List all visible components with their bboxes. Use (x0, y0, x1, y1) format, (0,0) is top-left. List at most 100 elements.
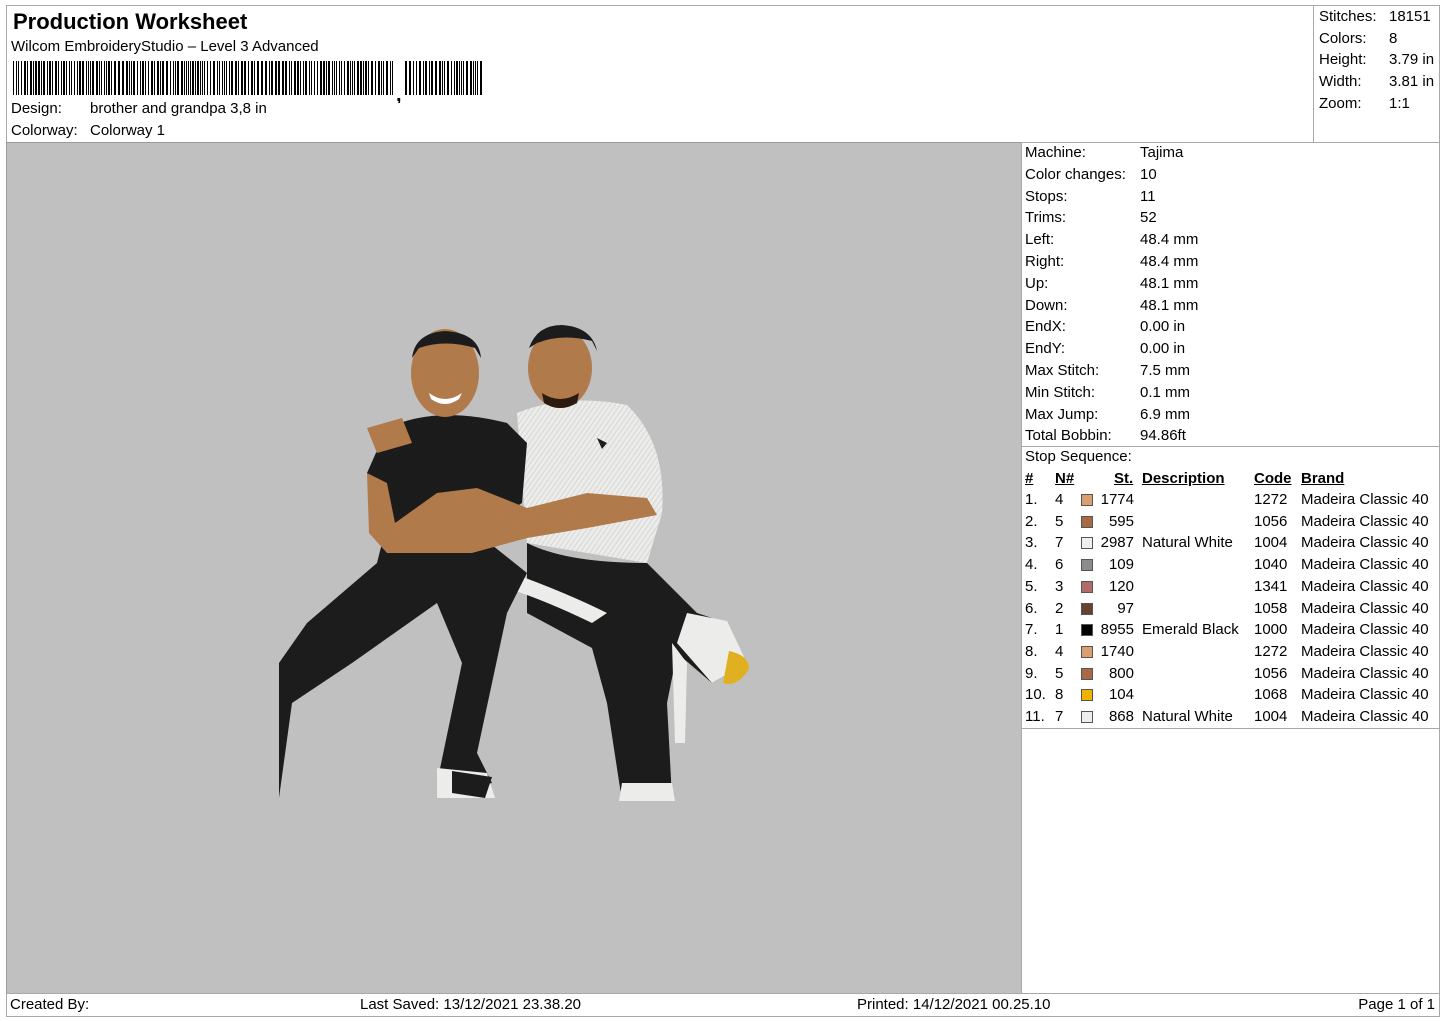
needle-number: 8 (1055, 686, 1064, 704)
needle-number: 4 (1055, 491, 1064, 508)
machine-value: 0.00 in (1140, 340, 1186, 358)
thread-brand: Madeira Classic 40 (1301, 664, 1429, 682)
needle-number: 5 (1055, 664, 1064, 682)
stop-row: 5. 3 120 1341 Madeira Classic 40 (1022, 578, 1441, 600)
thread-code: 1000 (1254, 621, 1288, 639)
thread-brand: Madeira Classic 40 (1301, 599, 1429, 617)
stitch-count: 97 (1117, 599, 1134, 617)
svg-text:,: , (396, 84, 402, 103)
stop-index: 8. (1025, 642, 1038, 660)
machine-value: 94.86ft (1140, 427, 1186, 445)
stop-index: 3. (1025, 534, 1038, 552)
machine-label: Total Bobbin: (1025, 427, 1112, 445)
page-number: Page 1 of 1 (1358, 996, 1435, 1013)
stop-row: 3. 7 2987 Natural White 1004 Madeira Classic … (1022, 534, 1441, 556)
col-header-brand: Brand (1301, 470, 1345, 487)
machine-value: 11 (1140, 187, 1156, 205)
stop-row: 8. 4 1740 1272 Madeira Classic 40 (1022, 643, 1441, 665)
machine-value: 0.00 in (1140, 318, 1186, 336)
thread-brand: Madeira Classic 40 (1301, 642, 1429, 660)
needle-number: 3 (1055, 577, 1064, 595)
stitch-count: 8955 (1100, 621, 1134, 639)
thread-description: Natural White (1142, 708, 1233, 725)
thread-color-swatch (1081, 515, 1093, 528)
design-value: brother and grandpa 3,8 in (90, 100, 267, 117)
thread-color-swatch (1081, 580, 1093, 593)
embroidery-design-image (279, 325, 749, 801)
thread-color-swatch (1081, 689, 1093, 702)
thread-code: 1068 (1254, 686, 1288, 704)
machine-label: Min Stitch: (1025, 383, 1096, 401)
thread-code: 1272 (1254, 491, 1288, 508)
stop-index: 5. (1025, 577, 1038, 595)
stop-row: 1. 4 1774 1272 Madeira Classic 40 (1022, 491, 1441, 513)
stitch-count: 109 (1108, 556, 1134, 574)
design-label: Design: (11, 100, 62, 117)
thread-brand: Madeira Classic 40 (1301, 491, 1429, 508)
needle-number: 7 (1055, 534, 1064, 552)
stop-index: 10. (1025, 686, 1046, 704)
design-row: Design: brother and grandpa 3,8 in (11, 100, 267, 117)
stop-index: 7. (1025, 621, 1038, 639)
thread-brand: Madeira Classic 40 (1301, 708, 1429, 725)
thread-color-swatch (1081, 602, 1093, 615)
machine-label: Max Jump: (1025, 405, 1099, 423)
col-header-needle: N# (1055, 470, 1075, 487)
last-saved: Last Saved: 13/12/2021 23.38.20 (360, 996, 582, 1013)
stop-sequence-panel: Stop Sequence: # N# St. Description Code… (1021, 446, 1440, 729)
machine-value: 48.4 mm (1140, 253, 1199, 270)
stitch-count: 1774 (1100, 491, 1134, 508)
col-header-description: Description (1142, 470, 1225, 487)
printed-date: Printed: 14/12/2021 00.25.10 (857, 996, 1051, 1013)
stop-sequence-title: Stop Sequence: (1025, 448, 1132, 465)
machine-value: 7.5 mm (1140, 362, 1191, 379)
colorway-label: Colorway: (11, 122, 78, 139)
stop-row: 9. 5 800 1056 Madeira Classic 40 (1022, 665, 1441, 687)
machine-value: 0.1 mm (1140, 383, 1191, 401)
stop-index: 6. (1025, 599, 1038, 617)
col-header-stitches: St. (1114, 470, 1134, 487)
thread-color-swatch (1081, 711, 1093, 723)
stitch-count: 120 (1108, 577, 1134, 595)
machine-info-panel: Machine: Tajima Color changes: 10 Stops: 11 Tr… (1021, 142, 1440, 447)
stitch-count: 595 (1108, 512, 1134, 530)
stitch-count: 800 (1108, 664, 1134, 682)
machine-label: Machine: (1025, 144, 1086, 161)
thread-color-swatch (1081, 559, 1093, 572)
thread-code: 1272 (1254, 642, 1288, 660)
machine-label: Stops: (1025, 187, 1068, 205)
worksheet-title: Production Worksheet (13, 9, 248, 34)
thread-brand: Madeira Classic 40 (1301, 512, 1429, 530)
needle-number: 4 (1055, 642, 1064, 660)
design-preview (6, 142, 1022, 994)
stop-index: 1. (1025, 491, 1038, 508)
machine-label: Up: (1025, 274, 1049, 292)
thread-brand: Madeira Classic 40 (1301, 556, 1429, 574)
stop-row: 7. 1 8955 Emerald Black 1000 Madeira Classic … (1022, 621, 1441, 643)
needle-number: 7 (1055, 708, 1064, 725)
thread-code: 1341 (1254, 577, 1288, 595)
stitch-count: 868 (1108, 708, 1134, 725)
worksheet-header: Production Worksheet Wilcom EmbroiderySt… (6, 5, 1314, 143)
machine-label: Left: (1025, 231, 1055, 249)
machine-value: 48.1 mm (1140, 274, 1199, 292)
thread-code: 1040 (1254, 556, 1288, 574)
software-name: Wilcom EmbroideryStudio – Level 3 Advanc… (11, 38, 319, 55)
thread-code: 1056 (1254, 512, 1288, 530)
machine-label: Right: (1025, 253, 1065, 270)
machine-label: EndY: (1025, 340, 1066, 358)
thread-brand: Madeira Classic 40 (1301, 534, 1429, 552)
stop-index: 2. (1025, 512, 1038, 530)
thread-color-swatch (1081, 667, 1093, 680)
barcode: , (13, 61, 482, 103)
thread-code: 1058 (1254, 599, 1288, 617)
machine-value: 48.4 mm (1140, 231, 1199, 249)
stitch-count: 1740 (1100, 642, 1134, 660)
thread-brand: Madeira Classic 40 (1301, 621, 1429, 639)
thread-color-swatch (1081, 624, 1093, 637)
colorway-row: Colorway: Colorway 1 (11, 122, 165, 139)
grandpa-figure (507, 325, 749, 801)
stop-row: 6. 2 97 1058 Madeira Classic 40 (1022, 600, 1441, 622)
machine-label: Max Stitch: (1025, 362, 1100, 379)
stop-row: 2. 5 595 1056 Madeira Classic 40 (1022, 513, 1441, 535)
